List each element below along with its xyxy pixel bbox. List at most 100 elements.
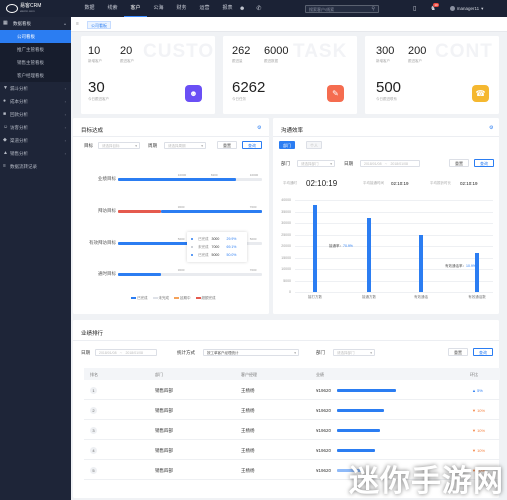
bell-icon[interactable]: ♞ 10 xyxy=(430,3,439,12)
rank-badge: 2 xyxy=(90,407,97,414)
date-range-separator: ∼ xyxy=(119,351,123,355)
rank-badge: 4 xyxy=(90,447,97,454)
reset-button[interactable]: 重置 xyxy=(449,159,469,167)
user-icon[interactable]: ☻ xyxy=(239,6,245,12)
sidebar-item-funnel[interactable]: ▼ 漏斗分析 › xyxy=(0,82,71,95)
bar-value-label: 5000 xyxy=(249,237,257,241)
legend-item[interactable]: 已完成 xyxy=(131,296,148,301)
tab-department[interactable]: 部门 xyxy=(279,141,295,149)
kpi-card-tasks: TASK 262 跟进量 6000 跟进数据 6262 今日任务 ✎ xyxy=(223,36,357,114)
settings-icon[interactable]: ⚙ xyxy=(489,125,493,131)
user-menu[interactable]: manager11 ▾ xyxy=(449,5,484,12)
chevron-down-icon: ▾ xyxy=(481,5,484,11)
logo-line-1: 易客CRM xyxy=(20,2,42,9)
filter-label-target: 目标 xyxy=(84,143,93,148)
date-range-input[interactable]: 2018/01/08 ∼ 2018/01/08 xyxy=(360,160,420,167)
reset-button[interactable]: 重置 xyxy=(448,348,468,356)
grid-line xyxy=(295,211,493,212)
table-row[interactable] xyxy=(84,380,500,400)
bar-completed[interactable] xyxy=(118,178,237,181)
chart-tooltip: 已完成 3000 29.9% 未完成 7000 69.1% 已完成 5000 50.0% xyxy=(187,232,247,262)
divider xyxy=(73,136,269,137)
query-button[interactable]: 查询 xyxy=(473,348,493,356)
cell-change: ▼ 10% xyxy=(472,428,486,433)
comm-efficiency-card: 沟通效率 ⚙ 部门 个人 部门 请选择部门 ▾ 日期 2018/01/08 ∼ 201… xyxy=(273,118,499,314)
tab-personal[interactable]: 个人 xyxy=(306,141,322,149)
sidebar-item-visitors[interactable]: ☺ 访客分析 › xyxy=(0,121,71,134)
dept-select[interactable]: 请选择部门 ▾ xyxy=(297,160,335,167)
column-header-amount: 业绩 xyxy=(316,372,324,377)
chevron-right-icon: › xyxy=(64,151,66,156)
kpi-label: 跟进数据 xyxy=(264,59,278,63)
topnav-item-reports[interactable]: 报表 xyxy=(216,0,239,17)
topnav-item-operations[interactable]: 运营 xyxy=(193,0,216,17)
site-watermark: 迷你手游网 xyxy=(349,465,504,498)
chevron-down-icon: ▾ xyxy=(135,144,137,148)
y-axis-tick-label: 40000 xyxy=(281,198,291,202)
app-logo[interactable]: 易客CRM ekcrm.com xyxy=(6,3,41,14)
chart-bar[interactable] xyxy=(475,252,479,292)
kpi-main-label: 今日跟进联系 xyxy=(376,97,397,101)
legend-item[interactable]: 延期中 xyxy=(174,296,191,301)
period-select[interactable]: 请选择周期 ▾ xyxy=(164,142,206,149)
bar-completed[interactable] xyxy=(118,242,190,245)
mobile-icon[interactable]: ▯ xyxy=(413,5,416,12)
bar-value-label: 3000 xyxy=(177,205,185,209)
topnav-item-customers[interactable]: 客户 xyxy=(124,0,147,17)
chart-bar[interactable] xyxy=(367,218,371,292)
sidebar-item-manager-dashboard[interactable]: 客户经理看板 xyxy=(0,69,71,82)
stat-mode-select[interactable]: 按工单客户经理统计 ▾ xyxy=(203,349,299,356)
sidebar-item-cost[interactable]: ● 成本分析 › xyxy=(0,95,71,108)
kpi-watermark: TASK xyxy=(293,41,348,62)
logo-text: 易客CRM ekcrm.com xyxy=(20,2,42,14)
sidebar-item-data-flow[interactable]: ≡ 数据流转记录 xyxy=(0,160,71,173)
table-row[interactable] xyxy=(84,400,500,420)
filter-label-date: 日期 xyxy=(81,350,90,355)
search-icon[interactable]: ⚲ xyxy=(371,6,375,13)
bar-remaining[interactable] xyxy=(161,210,262,213)
kpi-stat-2: 6000 跟进数据 xyxy=(264,46,288,64)
sidebar-item-sales[interactable]: ▲ 销售分析 › xyxy=(0,147,71,160)
topnav-item-leads[interactable]: 线索 xyxy=(101,0,124,17)
query-button[interactable]: 查询 xyxy=(474,159,494,167)
sidebar-item-channels[interactable]: ◆ 渠道分析 › xyxy=(0,134,71,147)
sidebar-group-dashboards[interactable]: ▦ 数据看板 ▴ xyxy=(0,17,71,30)
reset-button[interactable]: 重置 xyxy=(217,141,237,149)
date-range-input[interactable]: 2018/01/08 ∼ 2018/01/08 xyxy=(95,349,157,356)
page-tabs-bar: ≡ 公司看板 xyxy=(71,17,507,32)
bar-completed[interactable] xyxy=(118,210,162,213)
sidebar-item-promo-dashboard[interactable]: 推广主管看板 xyxy=(0,43,71,56)
collapse-sidebar-icon[interactable]: ≡ xyxy=(76,21,79,27)
dept-select[interactable]: 请选择部门 ▾ xyxy=(333,349,375,356)
chart-bar[interactable] xyxy=(313,204,317,292)
bar-completed[interactable] xyxy=(118,273,162,276)
metric-label: 平均接通时间 xyxy=(363,181,384,185)
sidebar-item-payment[interactable]: ■ 回款分析 › xyxy=(0,108,71,121)
query-button[interactable]: 查询 xyxy=(242,141,262,149)
chart-bar[interactable] xyxy=(419,234,423,292)
legend-item[interactable]: 未完成 xyxy=(152,296,170,301)
tooltip-value: 7000 xyxy=(211,245,220,249)
tab-company-dashboard[interactable]: 公司看板 xyxy=(87,21,111,29)
tooltip-pct: 69.1% xyxy=(226,245,237,249)
sidebar-item-label: 销售分析 xyxy=(10,151,28,156)
sidebar-item-company-dashboard[interactable]: 公司看板 xyxy=(0,30,71,43)
phone-icon[interactable]: ✆ xyxy=(256,5,261,12)
settings-icon[interactable]: ⚙ xyxy=(257,125,261,131)
cost-icon: ● xyxy=(3,98,7,104)
target-select[interactable]: 请选择目标 ▾ xyxy=(98,142,140,149)
cell-dept: 销售四部 xyxy=(155,428,173,433)
topnav-item-public-pool[interactable]: 公海 xyxy=(147,0,170,17)
legend-label: 未完成 xyxy=(158,296,170,300)
cell-manager: 王杨杨 xyxy=(241,448,255,453)
topnav-item-finance[interactable]: 财务 xyxy=(170,0,193,17)
amount-progress-bar xyxy=(337,429,381,432)
metric-label: 平均通时 xyxy=(283,181,297,185)
search-input[interactable]: 搜索客户/线索 ⚲ xyxy=(305,5,379,13)
table-row[interactable] xyxy=(84,420,500,440)
sidebar-item-sales-dashboard[interactable]: 销售主管看板 xyxy=(0,56,71,69)
grid-line xyxy=(295,292,493,293)
legend-item[interactable]: 超额完成 xyxy=(195,296,216,301)
topnav-item-data[interactable]: 数据 xyxy=(78,0,101,17)
target-card: 目标达成 ⚙ 目标 请选择目标 ▾ 周期 请选择周期 ▾ 重置 查询 业绩目标 100… xyxy=(73,118,269,314)
